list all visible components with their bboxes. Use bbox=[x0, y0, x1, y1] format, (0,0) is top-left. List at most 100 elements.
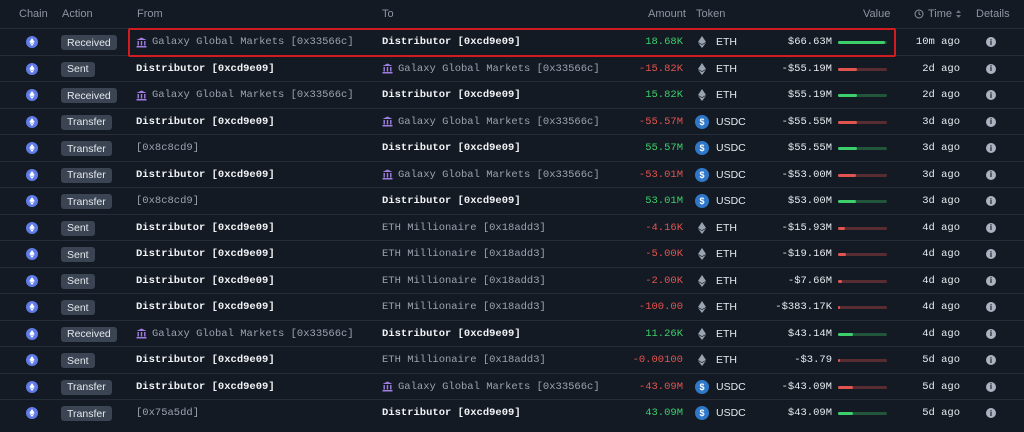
usdc-icon: $ bbox=[695, 141, 709, 155]
ethereum-chain-icon bbox=[26, 301, 38, 313]
info-icon[interactable]: i bbox=[986, 302, 996, 312]
to-address[interactable]: Distributor [0xcd9e09] bbox=[382, 135, 521, 161]
to-address[interactable]: ETH Millionaire [0x18add3] bbox=[382, 294, 546, 320]
from-address[interactable]: [0x8c8cd9] bbox=[136, 135, 199, 161]
from-address[interactable]: Distributor [0xcd9e09] bbox=[136, 56, 275, 82]
time-ago: 5d ago bbox=[922, 380, 960, 393]
header-time-sort[interactable]: Time bbox=[914, 8, 962, 20]
info-icon[interactable]: i bbox=[986, 222, 996, 233]
ethereum-chain-icon bbox=[26, 248, 38, 260]
table-row[interactable]: Transfer [0x8c8cd9] Distributor [0xcd9e09]… bbox=[0, 187, 1024, 214]
from-label: Galaxy Global Markets [0x33566c] bbox=[152, 327, 354, 340]
value-bar-fill bbox=[838, 147, 857, 150]
ethereum-chain-icon bbox=[26, 195, 38, 207]
ethereum-chain-icon bbox=[26, 380, 38, 393]
to-address[interactable]: Distributor [0xcd9e09] bbox=[382, 82, 521, 108]
usd-value: $43.09M bbox=[787, 407, 832, 419]
ethereum-chain-icon bbox=[26, 274, 38, 287]
usd-value: $66.63M bbox=[787, 36, 832, 48]
table-row[interactable]: Transfer Distributor [0xcd9e09] Galaxy Glo… bbox=[0, 160, 1024, 188]
to-label: ETH Millionaire [0x18add3] bbox=[382, 274, 546, 287]
info-icon[interactable]: i bbox=[986, 381, 996, 392]
table-row[interactable]: Sent Distributor [0xcd9e09] ETH Millionair… bbox=[0, 266, 1024, 294]
info-icon[interactable]: i bbox=[986, 169, 996, 180]
to-address[interactable]: ETH Millionaire [0x18add3] bbox=[382, 215, 546, 241]
bank-icon bbox=[136, 90, 152, 101]
value-bar bbox=[838, 226, 887, 230]
info-icon[interactable]: i bbox=[986, 328, 996, 339]
to-address[interactable]: Distributor [0xcd9e09] bbox=[382, 321, 521, 347]
from-address[interactable]: [0x8c8cd9] bbox=[136, 188, 199, 214]
from-address[interactable]: Distributor [0xcd9e09] bbox=[136, 109, 275, 135]
info-icon[interactable]: i bbox=[986, 37, 996, 47]
info-icon[interactable]: i bbox=[986, 249, 996, 259]
from-label: Distributor [0xcd9e09] bbox=[136, 354, 275, 366]
table-row[interactable]: Received Galaxy Global Markets [0x33566c]… bbox=[0, 28, 1024, 55]
table-row[interactable]: Transfer [0x8c8cd9] Distributor [0xcd9e09]… bbox=[0, 134, 1024, 161]
from-address[interactable]: [0x75a5dd] bbox=[136, 400, 199, 426]
from-address[interactable]: Distributor [0xcd9e09] bbox=[136, 162, 275, 188]
info-icon[interactable]: i bbox=[986, 408, 996, 418]
value-bar-fill bbox=[838, 226, 845, 230]
table-row[interactable]: Sent Distributor [0xcd9e09] ETH Millionair… bbox=[0, 346, 1024, 373]
from-address[interactable]: Galaxy Global Markets [0x33566c] bbox=[136, 29, 354, 55]
usd-value: $55.55M bbox=[787, 142, 832, 154]
value-bar bbox=[838, 120, 887, 124]
action-badge: Transfer bbox=[61, 379, 112, 395]
usd-value: -$15.93M bbox=[781, 221, 832, 234]
usdc-icon: $ bbox=[695, 406, 709, 420]
action-badge: Transfer bbox=[61, 114, 112, 130]
to-address[interactable]: Distributor [0xcd9e09] bbox=[382, 400, 521, 426]
time-ago: 2d ago bbox=[922, 62, 960, 75]
from-address[interactable]: Distributor [0xcd9e09] bbox=[136, 268, 275, 294]
info-icon[interactable]: i bbox=[986, 90, 996, 100]
eth-icon bbox=[698, 301, 706, 313]
table-row[interactable]: Sent Distributor [0xcd9e09] ETH Millionair… bbox=[0, 240, 1024, 267]
table-row[interactable]: Sent Distributor [0xcd9e09] ETH Millionair… bbox=[0, 293, 1024, 320]
header-action: Action bbox=[62, 8, 93, 20]
from-address[interactable]: Galaxy Global Markets [0x33566c] bbox=[136, 82, 354, 108]
amount: -100.00 bbox=[638, 301, 683, 313]
action-badge: Sent bbox=[61, 300, 95, 315]
info-icon[interactable]: i bbox=[986, 196, 996, 206]
time-ago: 5d ago bbox=[922, 407, 960, 419]
info-icon[interactable]: i bbox=[986, 355, 996, 365]
ethereum-chain-icon bbox=[26, 89, 38, 101]
action-badge: Transfer bbox=[61, 141, 112, 156]
from-address[interactable]: Galaxy Global Markets [0x33566c] bbox=[136, 321, 354, 347]
table-row[interactable]: Sent Distributor [0xcd9e09] ETH Millionair… bbox=[0, 213, 1024, 241]
amount: -4.16K bbox=[645, 221, 683, 234]
to-address[interactable]: Distributor [0xcd9e09] bbox=[382, 29, 521, 55]
from-address[interactable]: Distributor [0xcd9e09] bbox=[136, 241, 275, 267]
to-address[interactable]: ETH Millionaire [0x18add3] bbox=[382, 347, 546, 373]
from-address[interactable]: Distributor [0xcd9e09] bbox=[136, 374, 275, 400]
to-address[interactable]: ETH Millionaire [0x18add3] bbox=[382, 241, 546, 267]
from-label: [0x8c8cd9] bbox=[136, 142, 200, 154]
from-label: Distributor [0xcd9e09] bbox=[136, 115, 275, 128]
info-icon[interactable]: i bbox=[986, 63, 996, 74]
value-bar bbox=[838, 41, 887, 44]
table-row[interactable]: Transfer [0x75a5dd] Distributor [0xcd9e09]… bbox=[0, 399, 1024, 426]
action-badge: Received bbox=[61, 88, 117, 103]
table-row[interactable]: Received Galaxy Global Markets [0x33566c]… bbox=[0, 319, 1024, 347]
info-icon[interactable]: i bbox=[986, 116, 996, 127]
value-bar bbox=[838, 306, 887, 309]
from-label: [0x75a5dd] bbox=[136, 407, 200, 419]
ethereum-chain-icon bbox=[26, 407, 38, 419]
token-icon-wrap bbox=[695, 56, 709, 82]
to-address[interactable]: ETH Millionaire [0x18add3] bbox=[382, 268, 546, 294]
table-header: Chain Action From To Amount Token Value … bbox=[0, 0, 1024, 28]
ethereum-chain-icon bbox=[26, 354, 38, 366]
table-row[interactable]: Received Galaxy Global Markets [0x33566c]… bbox=[0, 81, 1024, 108]
from-address[interactable]: Distributor [0xcd9e09] bbox=[136, 215, 275, 241]
table-row[interactable]: Transfer Distributor [0xcd9e09] Galaxy Glo… bbox=[0, 107, 1024, 135]
from-address[interactable]: Distributor [0xcd9e09] bbox=[136, 294, 275, 320]
table-row[interactable]: Transfer Distributor [0xcd9e09] Galaxy Glo… bbox=[0, 372, 1024, 400]
to-address[interactable]: Distributor [0xcd9e09] bbox=[382, 188, 521, 214]
info-icon[interactable]: i bbox=[986, 143, 996, 153]
usd-value: -$383.17K bbox=[775, 301, 832, 313]
header-details: Details bbox=[976, 8, 1010, 20]
info-icon[interactable]: i bbox=[986, 275, 996, 286]
table-row[interactable]: Sent Distributor [0xcd9e09] Galaxy Global … bbox=[0, 54, 1024, 82]
from-address[interactable]: Distributor [0xcd9e09] bbox=[136, 347, 275, 373]
